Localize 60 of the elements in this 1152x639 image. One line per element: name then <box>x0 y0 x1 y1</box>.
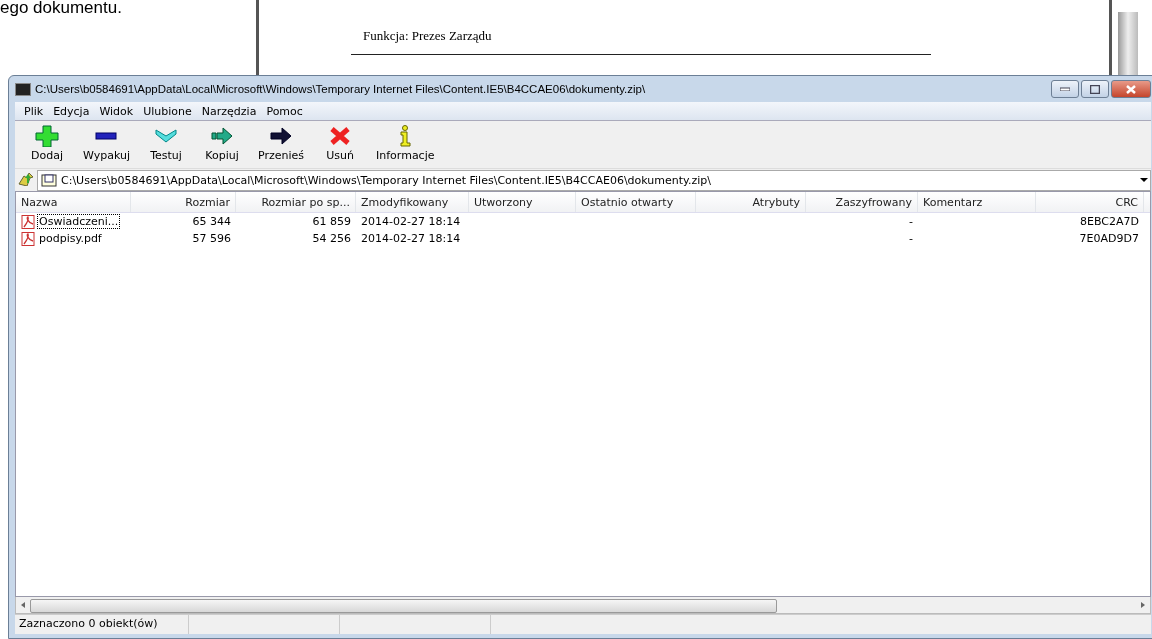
scroll-thumb[interactable] <box>30 599 777 613</box>
column-header[interactable]: Zmodyfikowany <box>356 192 469 212</box>
column-header[interactable]: Zaszyfrowany <box>806 192 918 212</box>
scrollbar <box>1118 12 1138 75</box>
minimize-icon <box>1060 87 1070 91</box>
file-name[interactable]: Oswiadczeni... <box>37 214 121 229</box>
toolbar-button[interactable]: Usuń <box>312 123 368 164</box>
column-header[interactable]: Rozmiar <box>131 192 236 212</box>
column-header[interactable]: CRC <box>1036 192 1144 212</box>
toolbar-button[interactable]: Informacje <box>368 123 443 164</box>
table-cell: 8EBC2A7D <box>1080 215 1139 228</box>
minimize-button[interactable] <box>1051 80 1079 98</box>
arrow-icon <box>269 125 293 147</box>
close-icon <box>1126 84 1136 94</box>
table-cell: 65 344 <box>192 215 231 228</box>
right-arrow-icon <box>1141 602 1145 608</box>
column-header[interactable]: Utworzony <box>469 192 576 212</box>
dropdown-arrow-icon <box>1140 178 1148 182</box>
cross-icon <box>328 125 352 147</box>
toolbar-button[interactable]: Dodaj <box>19 123 75 164</box>
menu-item[interactable]: Pomoc <box>261 104 308 118</box>
column-header[interactable]: Komentarz <box>918 192 1036 212</box>
toolbar-button[interactable]: Przenieś <box>250 123 312 164</box>
table-cell: 2014-02-27 18:14 <box>361 215 461 228</box>
menu-item[interactable]: Narzędzia <box>196 104 262 118</box>
app-icon <box>15 82 31 96</box>
status-text: Zaznaczono 0 obiekt(ów) <box>15 615 189 634</box>
document-text: Funkcja: Prezes Zarządu <box>363 28 493 44</box>
table-cell: 2014-02-27 18:14 <box>361 232 461 245</box>
table-cell: - <box>909 215 913 228</box>
address-field[interactable]: C:\Users\b0584691\AppData\Local\Microsoft\Windows\Temporary Internet Files\Content.IE5\B4CCAE06\dokumenty.zip\ <box>37 169 1151 191</box>
plus-icon <box>35 125 59 147</box>
horizontal-scrollbar[interactable] <box>15 597 1151 614</box>
archive-icon <box>41 173 57 187</box>
table-cell: 61 859 <box>312 215 351 228</box>
table-cell: 57 596 <box>192 232 231 245</box>
maximize-icon <box>1090 84 1100 94</box>
pdf-file-icon <box>21 231 35 246</box>
left-arrow-icon <box>21 602 25 608</box>
table-cell: 54 256 <box>312 232 351 245</box>
menu-item[interactable]: Widok <box>94 104 139 118</box>
menu-item[interactable]: Ulubione <box>138 104 197 118</box>
toolbar-button[interactable]: Wypakuj <box>75 123 138 164</box>
menu-item[interactable]: Edycja <box>48 104 95 118</box>
document-text: ego dokumentu. <box>0 0 122 16</box>
menu-item[interactable]: Plik <box>19 104 49 118</box>
column-header[interactable]: Ostatnio otwarty <box>576 192 696 212</box>
column-header[interactable]: Atrybuty <box>696 192 806 212</box>
toolbar-button[interactable]: Kopiuj <box>194 123 250 164</box>
table-cell: 7E0AD9D7 <box>1079 232 1139 245</box>
arrow-icon <box>210 125 234 147</box>
close-button[interactable] <box>1111 80 1151 98</box>
column-header[interactable]: Rozmiar po sp... <box>236 192 356 212</box>
table-cell: - <box>909 232 913 245</box>
pdf-file-icon <box>21 214 35 229</box>
file-name[interactable]: podpisy.pdf <box>37 231 104 246</box>
maximize-button[interactable] <box>1081 80 1109 98</box>
toolbar-button[interactable]: Testuj <box>138 123 194 164</box>
column-header[interactable]: Nazwa <box>16 192 131 212</box>
window-title: C:\Users\b0584691\AppData\Local\Microsoft\Windows\Temporary Internet Files\Content.IE5\B4CCAE06\dokumenty.zip\ <box>35 83 646 95</box>
